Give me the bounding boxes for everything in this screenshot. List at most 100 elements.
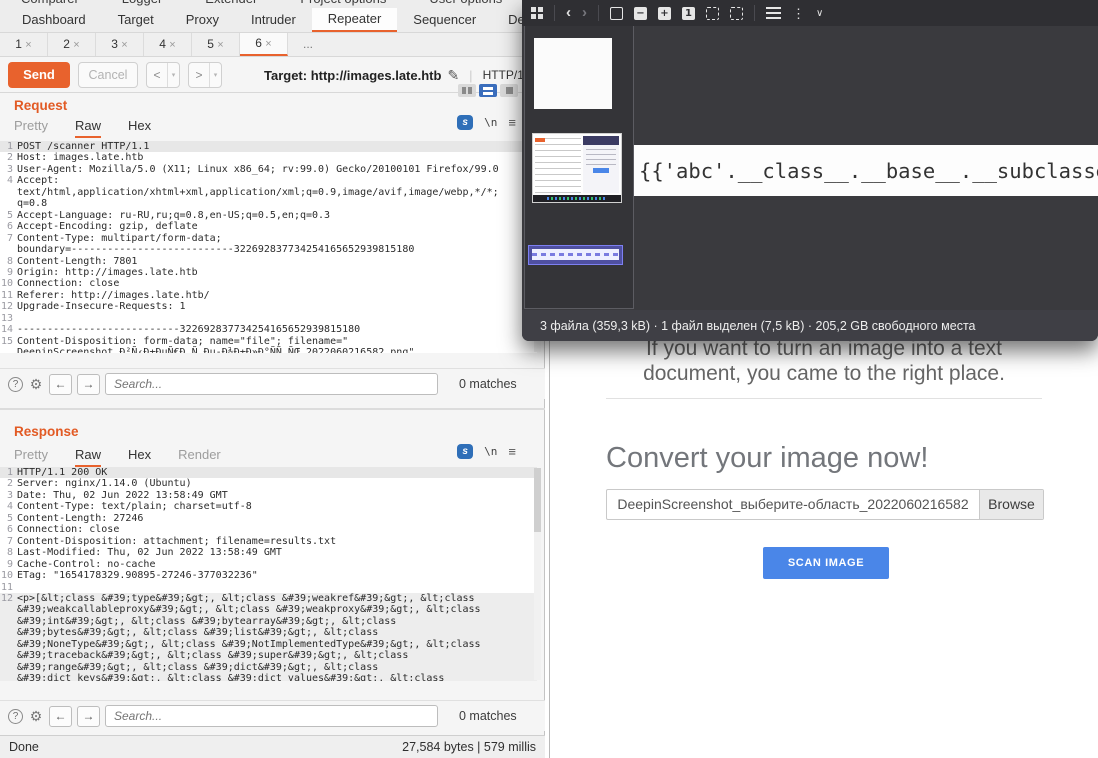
help-icon[interactable]: ? (8, 377, 23, 392)
back-icon[interactable]: ‹ (566, 6, 571, 20)
thumbnail-sidebar: {{7*7}}${7*7}<%= 7*7 %>${{7*7}} (524, 26, 634, 309)
request-line: 6Accept-Encoding: gzip, deflate (0, 221, 537, 232)
thumbnail-ssti-payloads[interactable]: {{7*7}}${7*7}<%= 7*7 %>${{7*7}} (534, 38, 612, 109)
chevron-down-icon[interactable]: ▾ (168, 71, 179, 79)
close-icon[interactable]: × (73, 39, 79, 51)
selection-icon[interactable] (730, 7, 743, 20)
line-number: 8 (0, 547, 17, 558)
burp-main-tab[interactable]: Repeater (312, 8, 397, 32)
history-forward-button[interactable]: >▾ (188, 62, 222, 88)
close-icon[interactable]: × (169, 39, 175, 51)
search-next-button[interactable]: → (77, 706, 100, 727)
gear-icon[interactable]: ⚙ (28, 377, 44, 392)
show-newlines-icon[interactable]: \n (484, 116, 497, 129)
response-view-tab[interactable]: Render (178, 447, 221, 467)
viewer-toolbar: ‹ › − + 1 ⋮ ∨ (522, 0, 1098, 26)
response-view-tab[interactable]: Hex (128, 447, 151, 467)
repeater-item-tab[interactable]: 4 × (144, 33, 192, 56)
request-view-tab[interactable]: Pretty (14, 118, 48, 138)
request-view-tab[interactable]: Raw (75, 118, 101, 138)
line-number: 12 (0, 593, 17, 604)
show-newlines-icon[interactable]: \n (484, 445, 497, 458)
close-icon[interactable]: × (25, 39, 31, 51)
burp-top-tab[interactable]: User options (429, 0, 502, 6)
burp-top-tab[interactable]: Project options (300, 0, 386, 6)
line-text: Accept-Encoding: gzip, deflate (17, 221, 198, 232)
burp-top-tab[interactable]: Logger (122, 0, 162, 6)
search-next-button[interactable]: → (77, 374, 100, 395)
response-line: 6Connection: close (0, 524, 537, 535)
help-icon[interactable]: ? (8, 709, 23, 724)
burp-top-tab[interactable]: Extender (205, 0, 257, 6)
repeater-item-tab[interactable]: 3 × (96, 33, 144, 56)
thumbnail-screenshot[interactable] (532, 133, 622, 203)
crop-icon[interactable] (706, 7, 719, 20)
line-number (0, 627, 17, 638)
panel-divider[interactable] (0, 408, 545, 410)
layout-toggle-group (458, 84, 518, 97)
repeater-tab-number: 1 (15, 37, 22, 51)
close-icon[interactable]: × (121, 39, 127, 51)
layout-rows-icon[interactable] (479, 84, 497, 97)
history-back-button[interactable]: <▾ (146, 62, 180, 88)
edit-pencil-icon[interactable]: ✎ (447, 67, 459, 84)
request-view-tab[interactable]: Hex (128, 118, 151, 138)
zoom-in-icon[interactable]: + (658, 7, 671, 20)
search-prev-button[interactable]: ← (49, 374, 72, 395)
zoom-out-icon[interactable]: − (634, 7, 647, 20)
line-text: POST /scanner HTTP/1.1 (17, 141, 149, 152)
gear-icon[interactable]: ⚙ (28, 709, 44, 724)
burp-main-tab[interactable]: Proxy (170, 8, 235, 32)
original-size-icon[interactable]: 1 (682, 7, 695, 20)
line-number: 14 (0, 324, 17, 335)
browse-button[interactable]: Browse (979, 490, 1043, 519)
more-options-icon[interactable]: ⋮ (792, 7, 805, 20)
panel-menu-icon[interactable]: ≡ (508, 444, 516, 459)
repeater-item-tab[interactable]: 6 × (240, 33, 288, 56)
burp-main-tab[interactable]: Sequencer (397, 8, 492, 32)
request-search-input[interactable] (105, 373, 438, 395)
thumbnail-selected-payload[interactable] (528, 245, 623, 265)
send-button[interactable]: Send (8, 62, 70, 88)
layout-columns-icon[interactable] (458, 84, 476, 97)
line-number: 11 (0, 582, 17, 593)
search-prev-button[interactable]: ← (49, 706, 72, 727)
line-number: 9 (0, 559, 17, 570)
burp-top-tab[interactable]: Comparer (21, 0, 79, 6)
close-icon[interactable]: × (265, 38, 271, 50)
repeater-item-tab[interactable]: 2 × (48, 33, 96, 56)
pretty-print-icon[interactable]: s (457, 444, 473, 459)
response-view-tab[interactable]: Pretty (14, 447, 48, 467)
burp-main-tab[interactable]: Target (102, 8, 170, 32)
pretty-print-icon[interactable]: s (457, 115, 473, 130)
dropdown-chevron-icon[interactable]: ∨ (816, 8, 823, 19)
burp-main-tab[interactable]: Intruder (235, 8, 312, 32)
burp-main-tab[interactable]: Dashboard (6, 8, 102, 32)
http-version-label[interactable]: HTTP/1 (483, 68, 524, 82)
repeater-item-tab[interactable]: ... (288, 33, 328, 56)
response-view-tab[interactable]: Raw (75, 447, 101, 467)
grid-view-icon[interactable] (531, 7, 543, 19)
repeater-item-tab[interactable]: 5 × (192, 33, 240, 56)
cancel-button[interactable]: Cancel (78, 62, 138, 88)
response-search-input[interactable] (105, 705, 438, 727)
request-editor[interactable]: 1POST /scanner HTTP/1.1 2Host: images.la… (0, 141, 537, 353)
main-image-view[interactable]: {{'abc'.__class__.__base__.__subclasses_… (634, 145, 1098, 196)
fit-window-icon[interactable] (610, 7, 623, 20)
line-number: 11 (0, 290, 17, 301)
response-scrollbar[interactable] (534, 468, 541, 680)
list-view-icon[interactable] (766, 7, 781, 19)
layout-single-icon[interactable] (500, 84, 518, 97)
line-text: Last-Modified: Thu, 02 Jun 2022 13:58:49… (17, 547, 282, 558)
response-editor[interactable]: 1HTTP/1.1 200 OK 2Server: nginx/1.14.0 (… (0, 467, 537, 681)
forward-icon[interactable]: › (582, 6, 587, 20)
close-icon[interactable]: × (217, 39, 223, 51)
panel-menu-icon[interactable]: ≡ (508, 115, 516, 130)
chevron-down-icon[interactable]: ▾ (210, 71, 221, 79)
file-upload-input[interactable]: DeepinScreenshot_выберите-область_202206… (606, 489, 1044, 520)
line-text: Content-Type: text/plain; charset=utf-8 (17, 501, 252, 512)
request-line: 11Referer: http://images.late.htb/ (0, 290, 537, 301)
request-lines: 1POST /scanner HTTP/1.1 2Host: images.la… (0, 141, 537, 353)
repeater-item-tab[interactable]: 1 × (0, 33, 48, 56)
scan-image-button[interactable]: SCAN IMAGE (763, 547, 889, 579)
